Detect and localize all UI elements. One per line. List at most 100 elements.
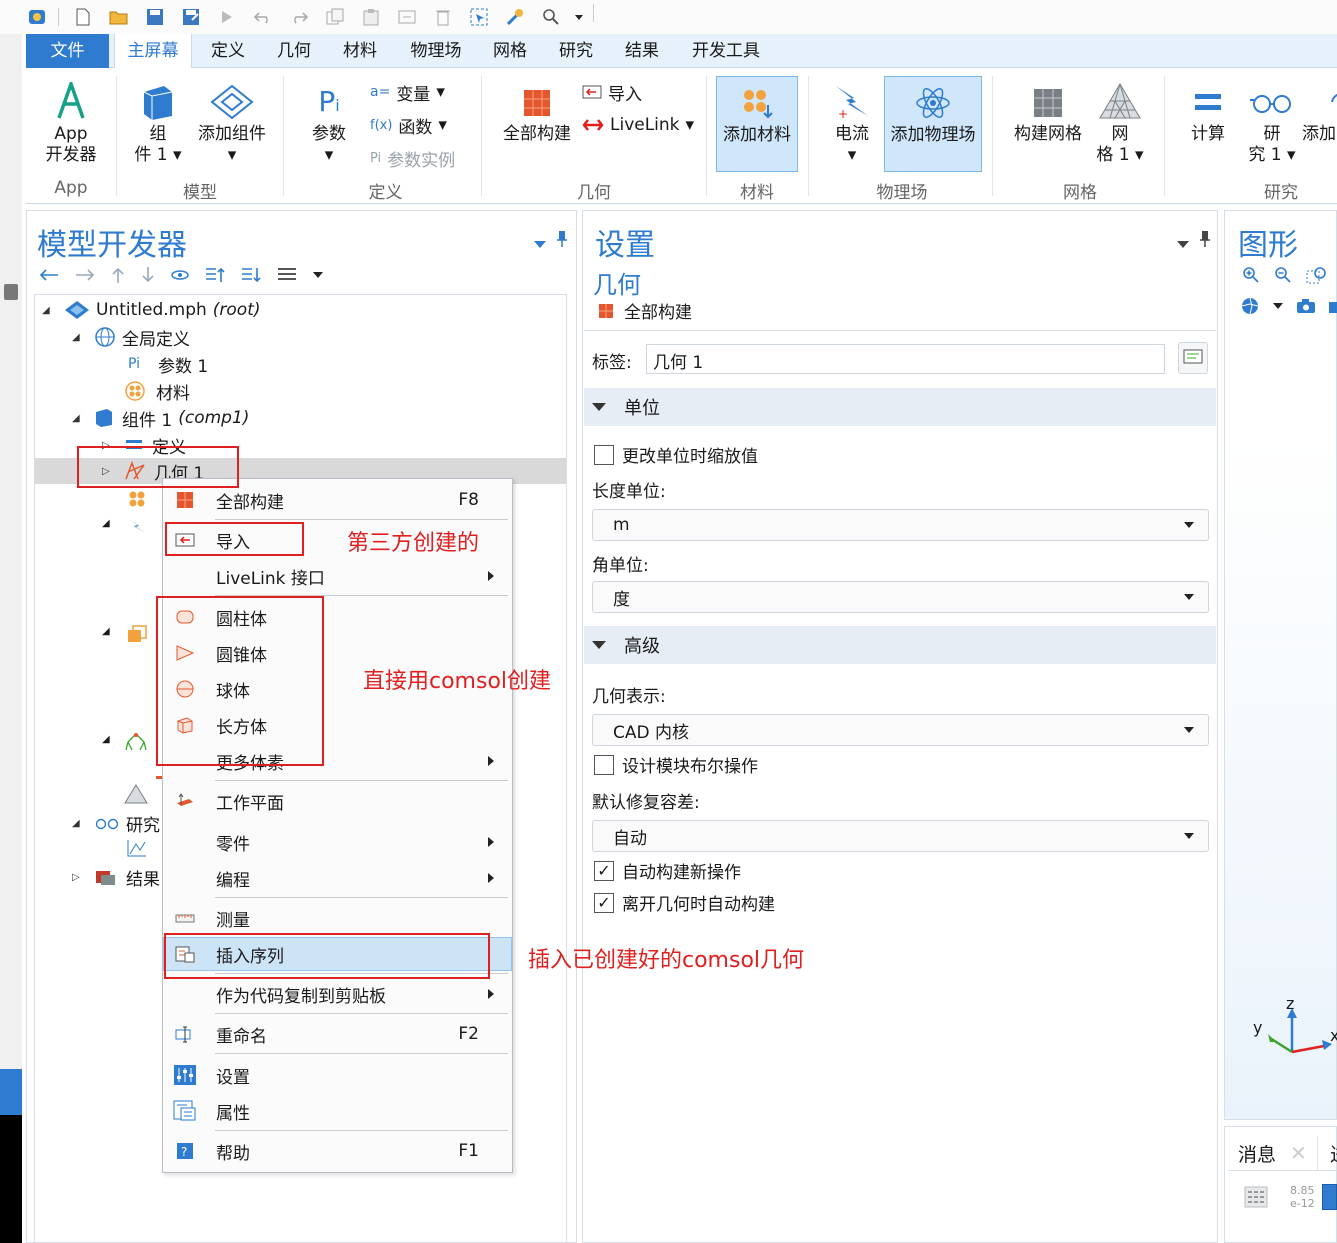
tab-mesh[interactable]: 网格 — [478, 34, 542, 68]
open-folder-icon[interactable] — [108, 6, 130, 28]
build-mesh-button[interactable]: 构建网格 — [1002, 84, 1094, 145]
angular-unit-select[interactable]: 度 — [592, 581, 1209, 613]
settings-menu-icon[interactable] — [1176, 234, 1190, 254]
paste-icon[interactable] — [360, 6, 382, 28]
more-icon[interactable] — [1328, 298, 1337, 314]
import-button[interactable]: 导入 — [582, 78, 642, 106]
tab-home[interactable]: 主屏幕 — [114, 34, 192, 69]
tab-definitions[interactable]: 定义 — [196, 34, 260, 68]
undo-icon[interactable] — [252, 6, 274, 28]
settings-subtitle: 几何 — [593, 271, 641, 299]
progress-tab[interactable]: 进 — [1330, 1140, 1337, 1167]
menu-item-properties[interactable]: 属性 — [163, 1094, 512, 1128]
svg-text:+: + — [838, 107, 848, 120]
new-file-icon[interactable] — [72, 6, 94, 28]
toolbar-dropdown-icon[interactable] — [312, 270, 324, 280]
section-units[interactable]: 单位 — [584, 388, 1216, 426]
menu-item-settings[interactable]: 设置 — [163, 1058, 512, 1092]
panel-menu-icon[interactable] — [533, 234, 547, 254]
mesh-button[interactable]: 网格 1 ▾ — [1094, 82, 1146, 166]
tab-physics[interactable]: 物理场 — [396, 34, 476, 68]
menu-item-programming[interactable]: 编程 — [163, 861, 512, 895]
menu-item-livelink[interactable]: LiveLink 接口 — [163, 559, 512, 593]
label-comment-button[interactable] — [1178, 342, 1208, 374]
tab-study[interactable]: 研究 — [544, 34, 608, 68]
camera-icon[interactable] — [1296, 298, 1316, 314]
run-icon[interactable] — [216, 6, 238, 28]
collapse-sections-icon[interactable] — [240, 266, 262, 284]
component-button[interactable]: 组件 1 ▾ — [126, 84, 190, 166]
menu-item-rename[interactable]: 重命名 F2 — [163, 1017, 512, 1051]
add-physics-button[interactable]: 添加物理场 — [884, 76, 982, 172]
app-builder-button[interactable]: App 开发器 — [36, 82, 106, 166]
app-icon[interactable] — [26, 6, 48, 28]
study-button[interactable]: 研究 1 ▾ — [1242, 84, 1302, 166]
tab-file[interactable]: 文件 — [26, 34, 109, 68]
parameters-button[interactable]: Pi 参数 ▾ — [298, 84, 360, 166]
save-as-icon[interactable] — [180, 6, 202, 28]
pin-icon[interactable] — [556, 230, 568, 253]
build-all-button[interactable]: 全部构建 — [496, 84, 578, 145]
tab-materials[interactable]: 材料 — [328, 34, 392, 68]
zoom-box-icon[interactable] — [1306, 266, 1328, 284]
menu-item-copy-as-code[interactable]: 作为代码复制到剪贴板 — [163, 977, 512, 1011]
add-component-button[interactable]: 添加组件 ▾ — [190, 84, 274, 166]
livelink-button[interactable]: LiveLink ▾ — [582, 111, 694, 139]
list-icon[interactable] — [276, 267, 298, 283]
auto-build-leave-checkbox[interactable]: ✓ 离开几何时自动构建 — [594, 890, 775, 915]
copy-icon[interactable] — [324, 6, 346, 28]
settings-build-all-button[interactable]: 全部构建 — [598, 298, 692, 323]
zoom-out-icon[interactable] — [1274, 266, 1292, 284]
design-boolean-checkbox[interactable]: 设计模块布尔操作 — [594, 752, 758, 777]
geometry-repr-select[interactable]: CAD 内核 — [592, 714, 1209, 746]
electric-currents-button[interactable]: + 电流 ▾ — [818, 82, 886, 166]
tree-node-study[interactable]: ◢ 研究 — [72, 810, 160, 836]
menu-item-work-plane[interactable]: 工作平面 — [163, 784, 512, 818]
tree-node-materials[interactable]: 材料 — [124, 378, 190, 404]
find-icon[interactable] — [540, 6, 562, 28]
menu-item-parts[interactable]: 零件 — [163, 825, 512, 859]
tree-node-global-definitions[interactable]: ◢ 全局定义 — [72, 324, 190, 350]
repair-tolerance-select[interactable]: 自动 — [592, 820, 1209, 852]
tree-node-component[interactable]: ◢ 组件 1 (comp1) — [72, 405, 249, 431]
zoom-in-icon[interactable] — [1242, 266, 1260, 284]
menu-item-measure[interactable]: 测量 — [163, 901, 512, 935]
label-input[interactable]: 几何 1 — [646, 344, 1165, 374]
close-icon[interactable]: ✕ — [1290, 1141, 1307, 1165]
variables-button[interactable]: a= 变量 ▾ — [370, 78, 445, 106]
show-icon[interactable] — [170, 267, 190, 283]
add-study-button[interactable]: 添加 — [1302, 84, 1337, 145]
tree-node-results[interactable]: ▷ 结果 — [72, 864, 160, 890]
compute-button[interactable]: 计算 — [1176, 84, 1240, 145]
section-advanced[interactable]: 高级 — [584, 626, 1216, 664]
messages-tab[interactable]: 消息 ✕ — [1228, 1136, 1318, 1170]
menu-item-help[interactable]: ? 帮助 F1 — [163, 1134, 512, 1168]
functions-button[interactable]: f(x) 函数 ▾ — [370, 111, 447, 139]
parameter-case-button[interactable]: Pi 参数实例 — [370, 144, 455, 172]
expand-sections-icon[interactable] — [204, 266, 226, 284]
move-up-icon[interactable] — [110, 266, 126, 284]
duplicate-icon[interactable] — [396, 6, 418, 28]
forward-arrow-icon[interactable] — [74, 268, 96, 282]
move-down-icon[interactable] — [140, 266, 156, 284]
auto-build-new-checkbox[interactable]: ✓ 自动构建新操作 — [594, 858, 741, 883]
tab-geometry[interactable]: 几何 — [262, 34, 326, 68]
view-dropdown-icon[interactable] — [1272, 301, 1284, 311]
menu-item-build-all[interactable]: 全部构建 F8 — [163, 483, 512, 517]
view-rotate-icon[interactable] — [1240, 296, 1260, 316]
tree-node-root[interactable]: ◢ Untitled.mph (root) — [42, 297, 261, 323]
tools-icon[interactable] — [504, 6, 526, 28]
delete-icon[interactable] — [432, 6, 454, 28]
save-icon[interactable] — [144, 6, 166, 28]
qat-dropdown-icon[interactable] — [568, 6, 590, 28]
back-arrow-icon[interactable] — [38, 268, 60, 282]
tab-developer[interactable]: 开发工具 — [678, 34, 774, 68]
tab-results[interactable]: 结果 — [610, 34, 674, 68]
settings-pin-icon[interactable] — [1199, 230, 1211, 253]
add-material-button[interactable]: 添加材料 — [716, 76, 798, 172]
length-unit-select[interactable]: m — [592, 509, 1209, 541]
redo-icon[interactable] — [288, 6, 310, 28]
tree-node-parameters[interactable]: Pi 参数 1 — [128, 351, 208, 377]
select-icon[interactable] — [468, 6, 490, 28]
scale-values-checkbox[interactable]: 更改单位时缩放值 — [594, 442, 758, 467]
